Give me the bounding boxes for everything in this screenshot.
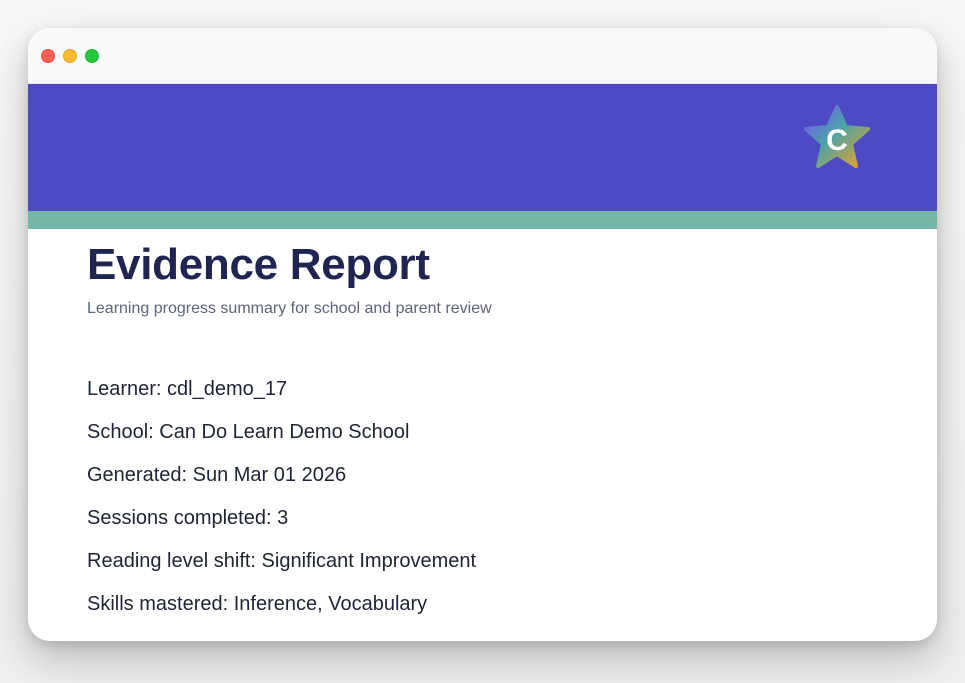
- window-controls: [41, 49, 99, 63]
- skills-line: Skills mastered: Inference, Vocabulary: [87, 593, 428, 615]
- minimize-window-button[interactable]: [63, 49, 77, 63]
- star-logo-icon: C: [804, 105, 870, 168]
- zoom-window-button[interactable]: [85, 49, 99, 63]
- page-subtitle: Learning progress summary for school and…: [87, 300, 492, 317]
- report-header-banner: C: [28, 84, 937, 211]
- stage: C Evidence Report Learning progress summ…: [0, 0, 965, 683]
- window-titlebar: [28, 28, 937, 84]
- learner-line: Learner: cdl_demo_17: [87, 378, 288, 400]
- report-window: C Evidence Report Learning progress summ…: [28, 28, 937, 641]
- page-title: Evidence Report: [87, 240, 430, 289]
- sessions-line: Sessions completed: 3: [87, 507, 289, 529]
- close-window-button[interactable]: [41, 49, 55, 63]
- generated-line: Generated: Sun Mar 01 2026: [87, 464, 347, 486]
- report-details: Learner: cdl_demo_17 School: Can Do Lear…: [87, 377, 878, 616]
- report-content: Evidence Report Learning progress summar…: [28, 229, 937, 616]
- school-line: School: Can Do Learn Demo School: [87, 421, 410, 443]
- reading-level-line: Reading level shift: Significant Improve…: [87, 550, 477, 572]
- accent-strip: [28, 211, 937, 229]
- logo-letter: C: [826, 124, 848, 157]
